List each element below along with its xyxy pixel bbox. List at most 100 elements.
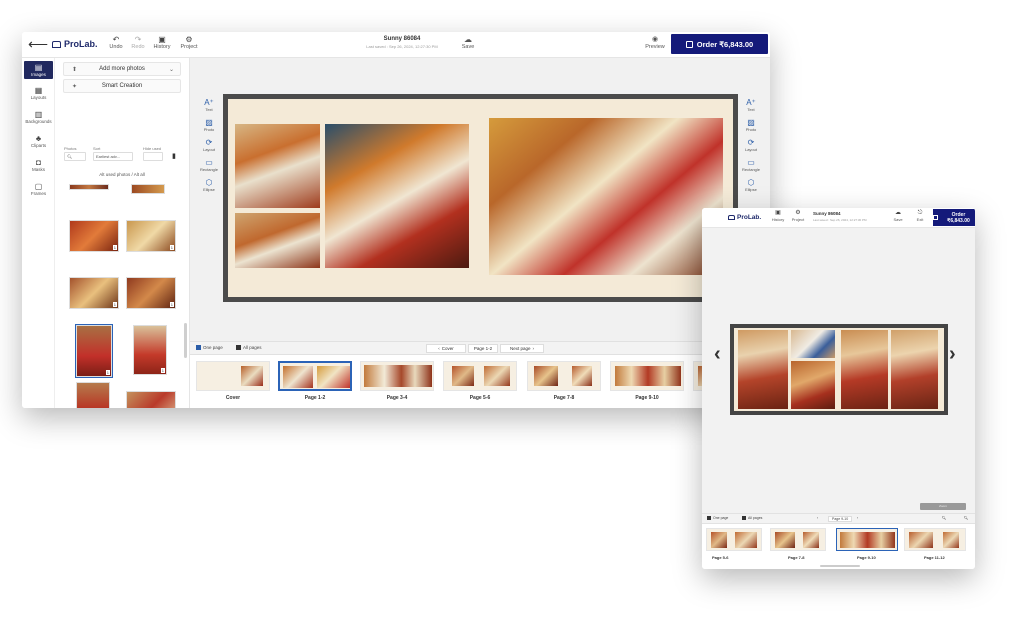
album-spread[interactable] bbox=[223, 94, 738, 302]
refresh-icon: ⟳ bbox=[205, 138, 213, 147]
photo-search-input[interactable]: 🔍︎ bbox=[64, 152, 86, 161]
project-button[interactable]: ⚙ Project bbox=[177, 35, 201, 50]
tablet-all-pages-toggle[interactable]: All pages bbox=[742, 516, 762, 520]
photo-tool-right[interactable]: ▨ Photo bbox=[742, 118, 760, 132]
chevron-left-icon[interactable]: ‹ bbox=[714, 343, 721, 366]
tablet-history-label: History bbox=[771, 217, 785, 222]
redo-button[interactable]: ↷ Redo bbox=[126, 35, 150, 50]
grid-icon bbox=[236, 345, 241, 350]
tablet-doc-title: Sunny 86084 bbox=[813, 211, 841, 216]
photo-thumb[interactable]: 1 bbox=[126, 220, 176, 252]
photo-thumb[interactable]: 1 bbox=[69, 277, 119, 309]
photo-tool[interactable]: ▨ Photo bbox=[200, 118, 218, 132]
zoom-in-icon[interactable]: 🔍︎ bbox=[964, 516, 968, 520]
spread-photo[interactable] bbox=[235, 124, 320, 208]
page-thumb-9-10[interactable] bbox=[610, 361, 684, 391]
tablet-album-spread[interactable] bbox=[730, 324, 948, 415]
tablet-one-page-toggle[interactable]: One page bbox=[707, 516, 728, 520]
smart-creation-button[interactable]: ✦ Smart Creation bbox=[63, 79, 181, 93]
chevron-right-icon[interactable]: › bbox=[949, 343, 956, 366]
rectangle-icon: ▭ bbox=[747, 158, 755, 167]
tablet-spread-photo[interactable] bbox=[738, 330, 788, 409]
rail-layouts[interactable]: ▦ Layouts bbox=[24, 86, 53, 100]
spread-photo[interactable] bbox=[235, 213, 320, 268]
ellipse-tool[interactable]: ⬡ Ellipse bbox=[200, 178, 218, 192]
photo-thumb[interactable]: 1 bbox=[76, 382, 110, 408]
tablet-zoom-control[interactable]: Zoom bbox=[920, 503, 966, 510]
tablet-thumb-7-8[interactable] bbox=[770, 528, 826, 551]
tablet-top-toolbar: ProLab. ▣ History ⚙ Project Sunny 86084 La… bbox=[702, 208, 975, 228]
text-tool-right[interactable]: A⁺ Text bbox=[742, 98, 760, 112]
panel-scrollbar[interactable] bbox=[184, 323, 187, 358]
rail-backgrounds[interactable]: ▥ Backgrounds bbox=[24, 110, 53, 124]
page-thumb-7-8[interactable] bbox=[527, 361, 601, 391]
photo-thumb[interactable]: 1 bbox=[126, 277, 176, 309]
sort-select[interactable]: Earliest adv... bbox=[93, 152, 133, 161]
ellipse-tool-right[interactable]: ⬡ Ellipse bbox=[742, 178, 760, 192]
tablet-spread-photo[interactable] bbox=[841, 330, 888, 409]
rail-frames[interactable]: ▢ Frames bbox=[24, 182, 53, 196]
tablet-spread-photo[interactable] bbox=[891, 330, 938, 409]
photo-thumb[interactable] bbox=[69, 184, 109, 190]
order-button[interactable]: Order ₹6,843.00 bbox=[671, 34, 768, 54]
tablet-thumb-9-10[interactable] bbox=[836, 528, 898, 551]
rectangle-tool-right-label: Rectangle bbox=[742, 167, 761, 172]
exit-icon: ⎋ bbox=[917, 210, 923, 216]
tablet-next-page[interactable]: › bbox=[857, 516, 858, 520]
tablet-one-page-label: One page bbox=[713, 516, 729, 520]
logo-text: ProLab. bbox=[64, 39, 98, 49]
layout-tool[interactable]: ⟳ Layout bbox=[200, 138, 218, 152]
one-page-toggle[interactable]: One page bbox=[196, 345, 223, 350]
prev-cover-button[interactable]: ‹ Cover bbox=[426, 344, 466, 353]
all-pages-toggle[interactable]: All pages bbox=[236, 345, 262, 350]
page-thumb-3-4[interactable] bbox=[360, 361, 434, 391]
spread-photo[interactable] bbox=[325, 124, 469, 268]
one-page-label: One page bbox=[203, 345, 223, 350]
page-navigation-bar: One page All pages ‹ Cover Page 1-2 Next … bbox=[190, 341, 770, 355]
tablet-order-button[interactable]: Order ₹6,843.00 bbox=[933, 209, 975, 226]
text-tool[interactable]: A⁺ Text bbox=[200, 98, 218, 112]
photo-thumb-selected[interactable]: 1 bbox=[75, 324, 113, 378]
rail-cliparts[interactable]: ♣ Cliparts bbox=[24, 134, 53, 148]
photo-thumb[interactable]: 1 bbox=[133, 325, 167, 375]
cloud-icon: ☁ bbox=[464, 35, 472, 44]
rectangle-tool[interactable]: ▭ Rectangle bbox=[200, 158, 218, 172]
rail-images[interactable]: ▤ Images bbox=[24, 61, 53, 79]
tablet-thumb-11-12[interactable] bbox=[904, 528, 966, 551]
layout-tool-right[interactable]: ⟳ Layout bbox=[742, 138, 760, 152]
tablet-project-button[interactable]: ⚙ Project bbox=[790, 210, 806, 222]
tablet-prev-page[interactable]: ‹ bbox=[817, 516, 818, 520]
hide-used-toggle[interactable] bbox=[143, 152, 163, 161]
arrow-left-icon[interactable]: ⟵ bbox=[28, 36, 48, 53]
preview-button[interactable]: ◉ Preview bbox=[642, 36, 668, 50]
tablet-strip-scrollbar[interactable] bbox=[820, 565, 860, 567]
photos-filter-label: Photos bbox=[64, 146, 77, 151]
rail-masks[interactable]: ◘ Masks bbox=[24, 158, 53, 172]
tablet-exit-button[interactable]: ⎋ Exit bbox=[912, 210, 928, 222]
marketing-composite: ⟵ ProLab. ↶ Undo ↷ Redo ▣ History ⚙ Project … bbox=[0, 0, 1024, 621]
page-thumb-1-2[interactable] bbox=[278, 361, 352, 391]
add-more-photos-button[interactable]: ⬆ Add more photos ⌄ bbox=[63, 62, 181, 76]
next-page-button[interactable]: Next page › bbox=[500, 344, 544, 353]
strip-label-5-6: Page 5-6 bbox=[469, 395, 491, 401]
photo-thumb[interactable]: 1 bbox=[126, 391, 176, 408]
tablet-thumb-5-6[interactable] bbox=[706, 528, 762, 551]
tablet-spread-photo[interactable] bbox=[791, 361, 835, 409]
history-button[interactable]: ▣ History bbox=[150, 35, 174, 50]
tablet-history-button[interactable]: ▣ History bbox=[770, 210, 786, 222]
trash-icon[interactable]: ▮ bbox=[172, 152, 176, 160]
save-button[interactable]: ☁ Save bbox=[458, 35, 478, 50]
tablet-save-button[interactable]: ☁ Save bbox=[890, 210, 906, 222]
zoom-out-icon[interactable]: 🔍︎ bbox=[942, 516, 946, 520]
page-thumb-5-6[interactable] bbox=[443, 361, 517, 391]
chevron-right-icon: › bbox=[532, 346, 535, 351]
spread-photo[interactable] bbox=[489, 118, 723, 275]
rectangle-tool-right[interactable]: ▭ Rectangle bbox=[742, 158, 760, 172]
photo-thumb[interactable]: 1 bbox=[69, 220, 119, 252]
undo-button[interactable]: ↶ Undo bbox=[104, 35, 128, 50]
rail-backgrounds-label: Backgrounds bbox=[25, 119, 52, 124]
photo-thumb[interactable] bbox=[131, 184, 165, 194]
tablet-spread-photo[interactable] bbox=[791, 330, 835, 358]
page-thumb-cover[interactable] bbox=[196, 361, 270, 391]
strip-label-7-8: Page 7-8 bbox=[553, 395, 575, 401]
